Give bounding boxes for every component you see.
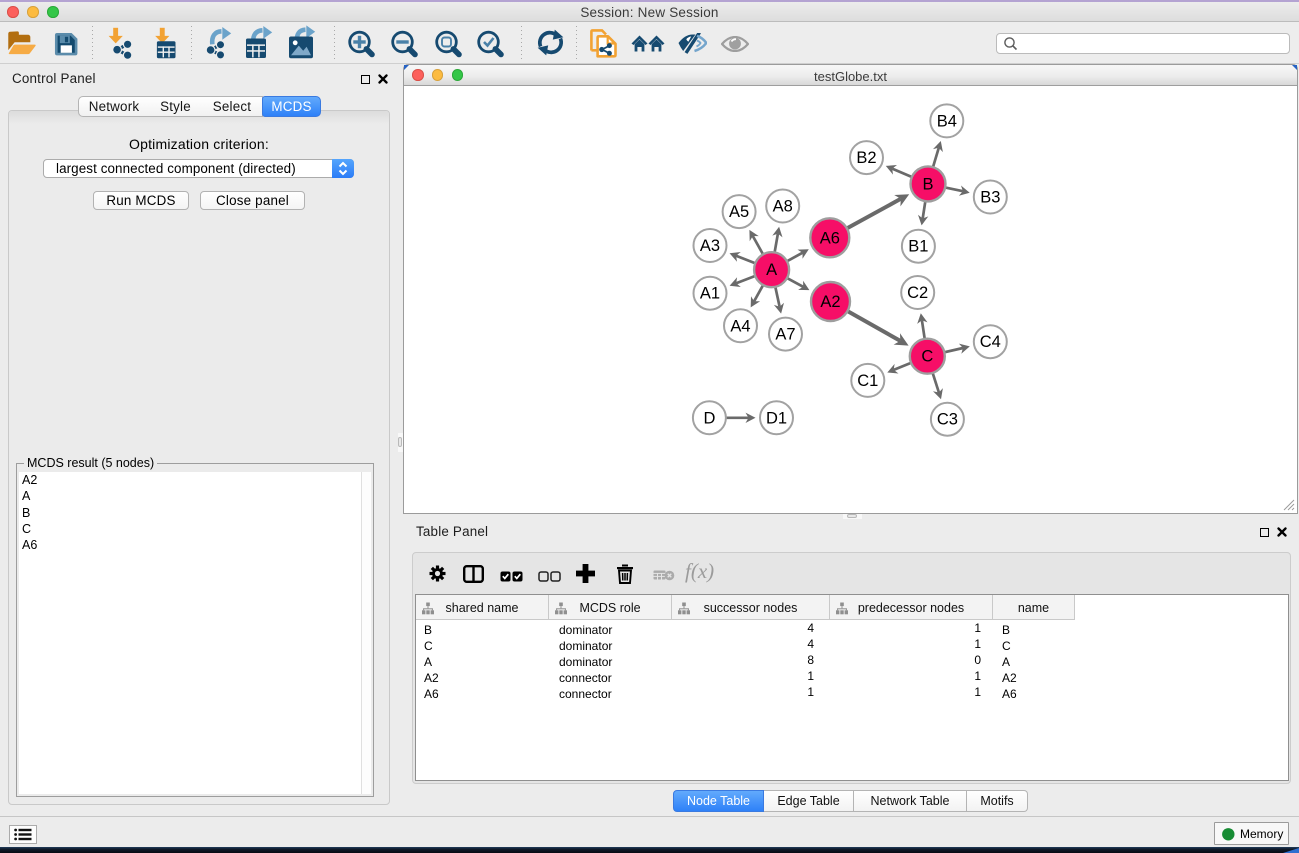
svg-text:A5: A5 (729, 203, 749, 221)
svg-text:C4: C4 (980, 333, 1001, 351)
svg-text:A6: A6 (820, 229, 840, 247)
svg-text:A7: A7 (775, 326, 795, 344)
svg-text:B1: B1 (908, 238, 928, 256)
svg-text:A8: A8 (773, 198, 793, 216)
svg-text:C: C (921, 348, 933, 366)
svg-text:B2: B2 (856, 149, 876, 167)
svg-text:B3: B3 (980, 189, 1000, 207)
svg-text:B: B (922, 175, 933, 193)
svg-text:C1: C1 (857, 372, 878, 390)
svg-text:A2: A2 (820, 293, 840, 311)
svg-text:D: D (703, 409, 715, 427)
svg-text:B4: B4 (937, 112, 957, 130)
svg-text:A3: A3 (700, 237, 720, 255)
svg-text:A4: A4 (730, 317, 750, 335)
svg-text:A: A (766, 261, 777, 279)
svg-text:C2: C2 (907, 284, 928, 302)
svg-text:C3: C3 (937, 411, 958, 429)
svg-text:D1: D1 (766, 409, 787, 427)
svg-text:A1: A1 (700, 285, 720, 303)
